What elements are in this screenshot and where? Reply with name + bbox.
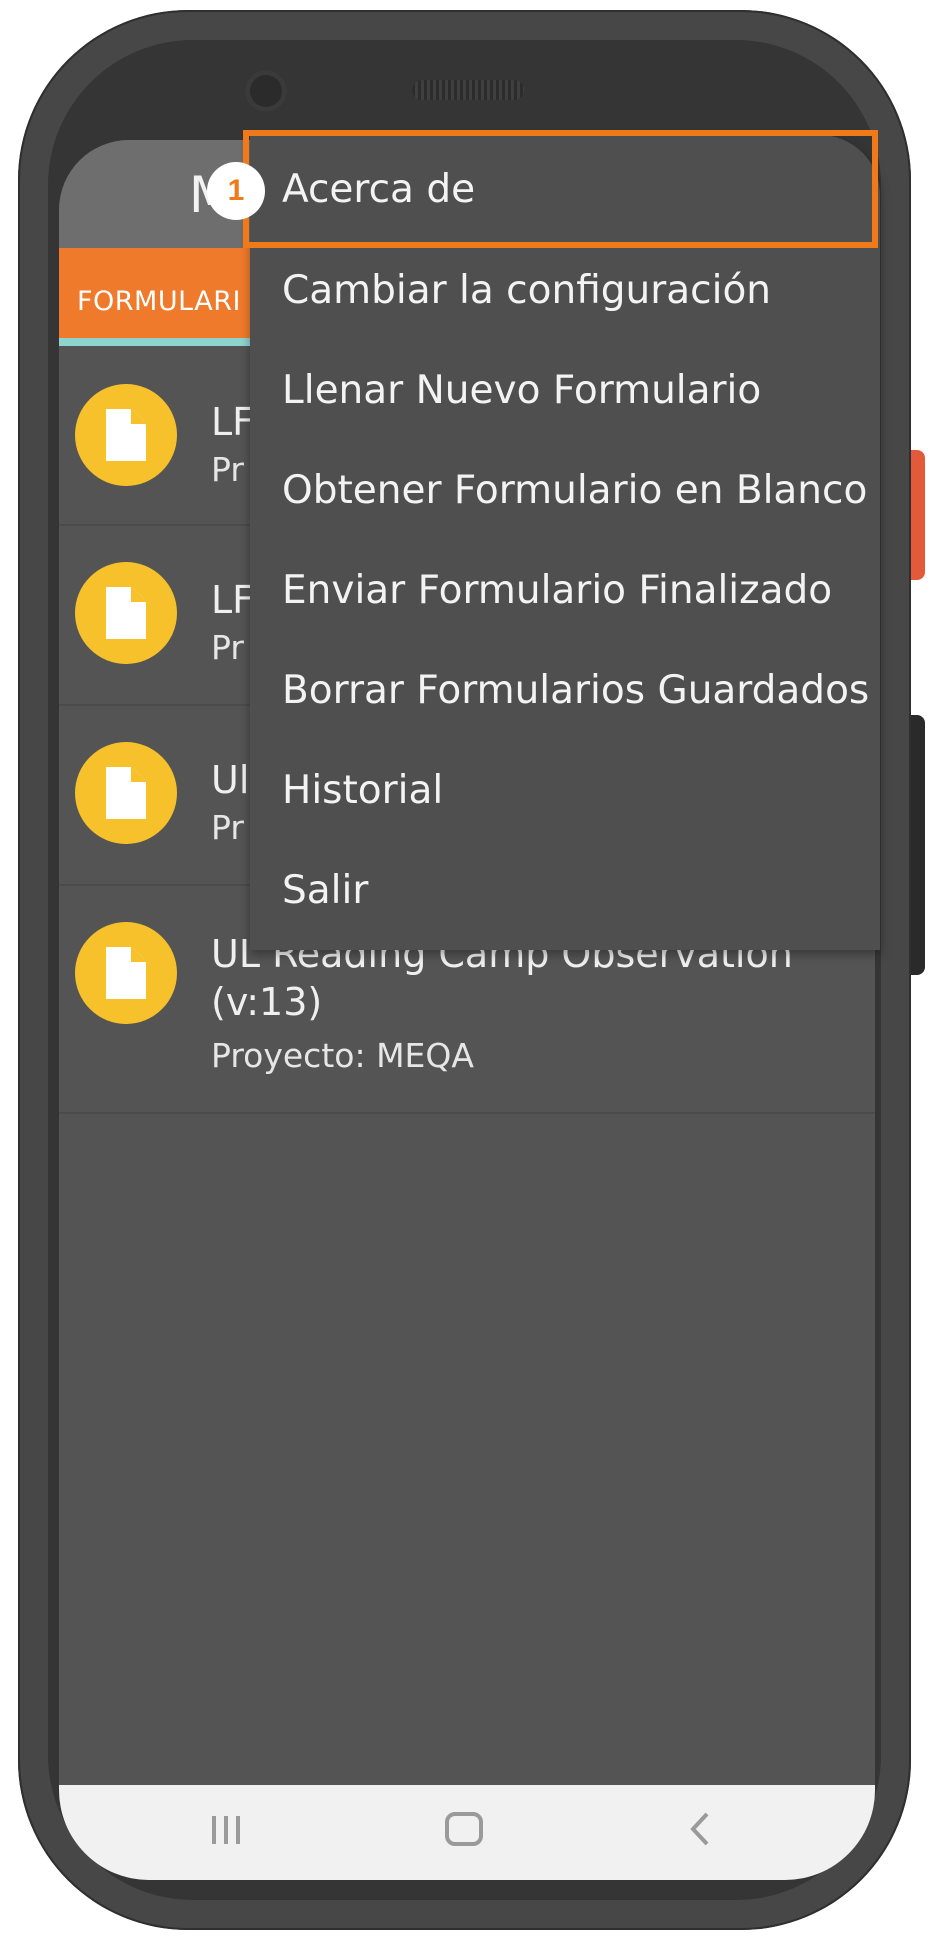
tab-formularios[interactable]: FORMULARI (77, 286, 241, 317)
form-subtitle: Pr (211, 808, 244, 847)
menu-item-salir[interactable]: Salir (282, 868, 368, 913)
front-camera (245, 70, 287, 112)
power-button (911, 715, 925, 975)
form-subtitle: Pr (211, 450, 244, 489)
form-icon (75, 922, 177, 1024)
menu-item-borrar-formularios[interactable]: Borrar Formularios Guardados (282, 668, 869, 713)
highlight-box (243, 130, 878, 248)
step-badge: 1 (207, 162, 265, 220)
menu-item-cambiar-configuracion[interactable]: Cambiar la configuración (282, 268, 771, 313)
back-icon[interactable] (687, 1803, 713, 1863)
form-icon (75, 384, 177, 486)
form-subtitle: Pr (211, 628, 244, 667)
menu-item-llenar-nuevo-formulario[interactable]: Llenar Nuevo Formulario (282, 368, 761, 413)
navigation-bar (59, 1785, 875, 1880)
form-subtitle: Proyecto: MEQA (211, 1036, 474, 1075)
overflow-menu: Acerca de Cambiar la configuración Llena… (250, 135, 880, 950)
tab-indicator (59, 338, 259, 346)
volume-button (911, 450, 925, 580)
home-icon[interactable] (444, 1803, 484, 1863)
menu-item-enviar-formulario[interactable]: Enviar Formulario Finalizado (282, 568, 832, 613)
menu-item-obtener-formulario[interactable]: Obtener Formulario en Blanco (282, 468, 867, 513)
recent-apps-icon[interactable] (209, 1803, 243, 1863)
form-icon (75, 562, 177, 664)
form-icon (75, 742, 177, 844)
earpiece-speaker (412, 80, 524, 100)
menu-item-historial[interactable]: Historial (282, 768, 443, 813)
